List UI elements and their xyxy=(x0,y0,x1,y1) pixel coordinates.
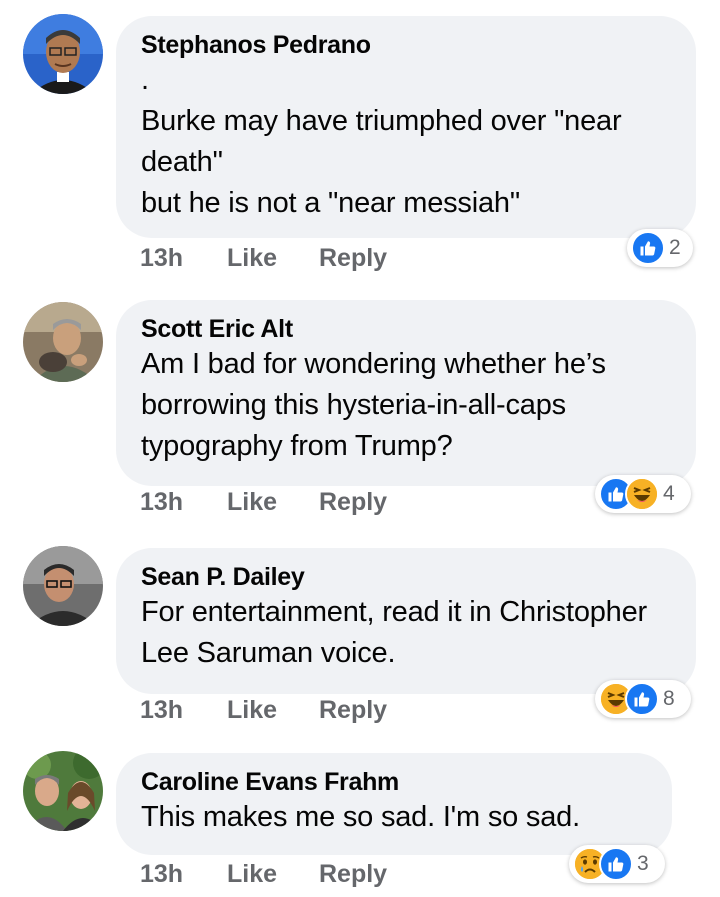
reaction-count: 8 xyxy=(663,687,675,710)
comment-time[interactable]: 13h xyxy=(140,488,183,517)
comment: Stephanos Pedrano . Burke may have trium… xyxy=(0,0,720,290)
like-icon xyxy=(631,231,665,265)
avatar[interactable] xyxy=(23,546,103,626)
avatar[interactable] xyxy=(23,14,103,94)
reaction-count: 3 xyxy=(637,852,649,875)
avatar[interactable] xyxy=(23,302,103,382)
avatar[interactable] xyxy=(23,751,103,831)
comment-text: Am I bad for wondering whether he’s borr… xyxy=(141,348,606,462)
comment-author[interactable]: Scott Eric Alt xyxy=(141,314,671,344)
reply-button[interactable]: Reply xyxy=(319,696,387,725)
like-button[interactable]: Like xyxy=(227,696,277,725)
reactions-summary[interactable]: 4 xyxy=(595,475,691,513)
reactions-summary[interactable]: 8 xyxy=(595,680,691,718)
comment-text: This makes me so sad. I'm so sad. xyxy=(141,801,580,833)
comment-text: For entertainment, read it in Christophe… xyxy=(141,596,647,669)
like-icon xyxy=(599,847,633,881)
comment-bubble: Stephanos Pedrano . Burke may have trium… xyxy=(116,16,696,238)
comment-bubble: Caroline Evans Frahm This makes me so sa… xyxy=(116,753,672,855)
comment-time[interactable]: 13h xyxy=(140,860,183,889)
reply-button[interactable]: Reply xyxy=(319,488,387,517)
comment-bubble: Sean P. Dailey For entertainment, read i… xyxy=(116,548,696,694)
like-icon xyxy=(625,682,659,716)
like-button[interactable]: Like xyxy=(227,488,277,517)
comment: Sean P. Dailey For entertainment, read i… xyxy=(0,540,720,745)
comment-time[interactable]: 13h xyxy=(140,244,183,273)
haha-icon xyxy=(625,477,659,511)
comment: Scott Eric Alt Am I bad for wondering wh… xyxy=(0,290,720,540)
comment-author[interactable]: Stephanos Pedrano xyxy=(141,30,671,60)
reply-button[interactable]: Reply xyxy=(319,860,387,889)
comment-bubble: Scott Eric Alt Am I bad for wondering wh… xyxy=(116,300,696,486)
reaction-count: 4 xyxy=(663,482,675,505)
reaction-count: 2 xyxy=(669,236,681,259)
comment-author[interactable]: Sean P. Dailey xyxy=(141,562,671,592)
comment-time[interactable]: 13h xyxy=(140,696,183,725)
comment-text: . Burke may have triumphed over "near de… xyxy=(141,64,622,219)
comment-author[interactable]: Caroline Evans Frahm xyxy=(141,767,647,797)
comment: Caroline Evans Frahm This makes me so sa… xyxy=(0,745,720,897)
like-button[interactable]: Like xyxy=(227,860,277,889)
reply-button[interactable]: Reply xyxy=(319,244,387,273)
reactions-summary[interactable]: 3 xyxy=(569,845,665,883)
like-button[interactable]: Like xyxy=(227,244,277,273)
reactions-summary[interactable]: 2 xyxy=(627,229,693,267)
